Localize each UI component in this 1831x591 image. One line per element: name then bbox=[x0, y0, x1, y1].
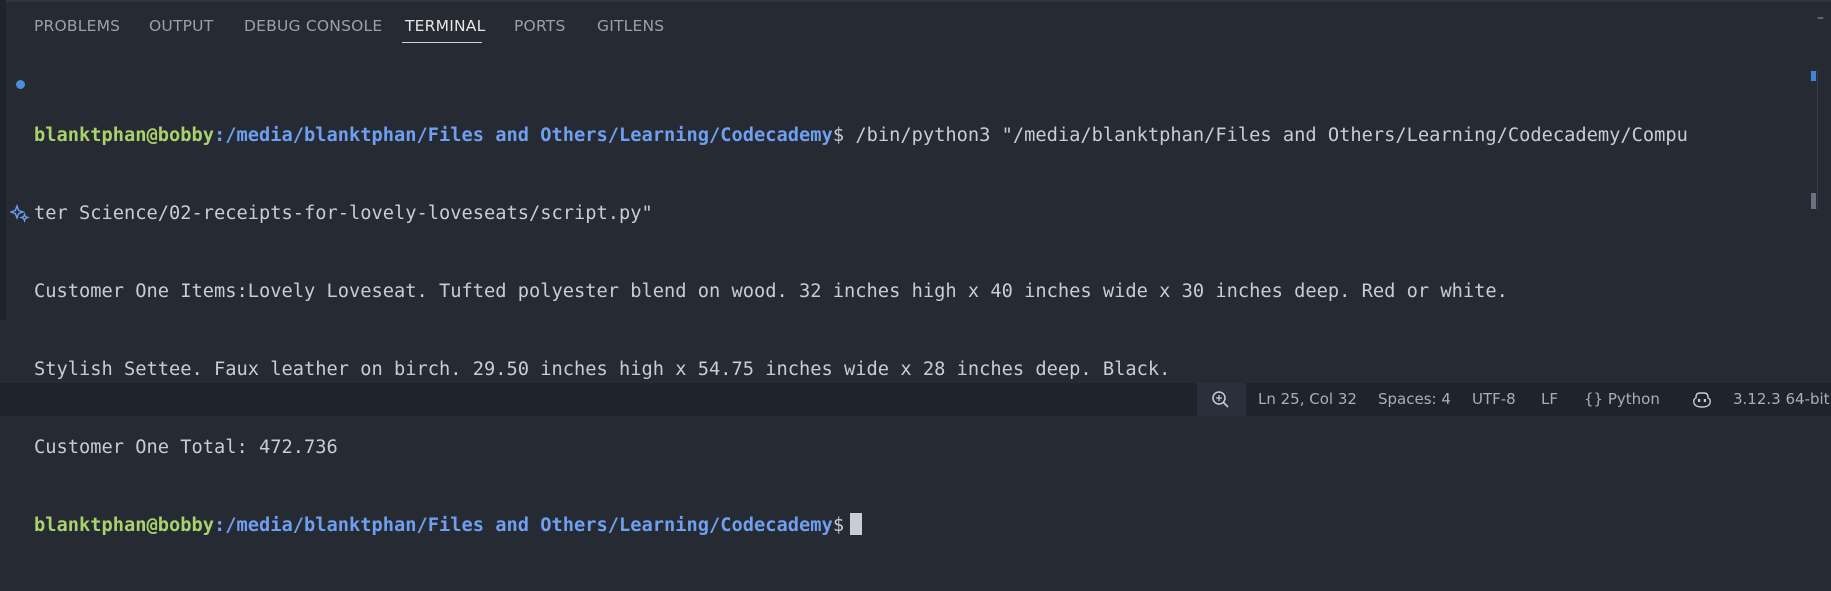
prompt-symbol: $ bbox=[832, 515, 845, 536]
command-line-wrap: ter Science/02-receipts-for-lovely-loves… bbox=[34, 203, 653, 224]
panel-tab-bar: PROBLEMS OUTPUT DEBUG CONSOLE TERMINAL P… bbox=[0, 0, 1831, 52]
scrollbar-marker bbox=[1811, 71, 1816, 81]
status-bar: Ln 25, Col 32 Spaces: 4 UTF-8 LF {} Pyth… bbox=[0, 383, 1831, 416]
braces-icon: {} bbox=[1584, 390, 1604, 408]
prompt-user: blanktphan@bobby bbox=[34, 515, 215, 536]
tab-terminal[interactable]: TERMINAL bbox=[405, 16, 485, 36]
output-line: Customer One Total: 472.736 bbox=[34, 437, 338, 458]
terminal-output[interactable]: blanktphan@bobby:/media/blanktphan/Files… bbox=[34, 71, 1791, 591]
tab-debug-console[interactable]: DEBUG CONSOLE bbox=[244, 16, 382, 36]
scrollbar-track[interactable] bbox=[1817, 70, 1818, 210]
scrollbar-thumb[interactable] bbox=[1811, 193, 1816, 209]
language-mode[interactable]: {} Python bbox=[1584, 383, 1660, 416]
panel-more-icon[interactable]: – bbox=[1817, 11, 1829, 25]
sparkle-icon[interactable] bbox=[10, 204, 30, 224]
encoding[interactable]: UTF-8 bbox=[1472, 383, 1516, 416]
tab-output[interactable]: OUTPUT bbox=[149, 16, 213, 36]
command-line: blanktphan@bobby:/media/blanktphan/Files… bbox=[34, 123, 1791, 149]
terminal-cursor bbox=[850, 513, 863, 535]
prompt-symbol: $ bbox=[832, 125, 845, 146]
output-line: Customer One Items:Lovely Loveseat. Tuft… bbox=[34, 281, 1508, 302]
terminal-panel: PROBLEMS OUTPUT DEBUG CONSOLE TERMINAL P… bbox=[0, 0, 1831, 536]
indentation[interactable]: Spaces: 4 bbox=[1378, 383, 1451, 416]
prompt-user: blanktphan@bobby bbox=[34, 125, 215, 146]
tab-problems[interactable]: PROBLEMS bbox=[34, 16, 120, 36]
zoom-in-icon bbox=[1212, 391, 1229, 408]
cursor-position[interactable]: Ln 25, Col 32 bbox=[1258, 383, 1357, 416]
language-label: Python bbox=[1607, 390, 1660, 408]
prompt-path: :/media/blanktphan/Files and Others/Lear… bbox=[214, 125, 833, 146]
prompt-path: :/media/blanktphan/Files and Others/Lear… bbox=[214, 515, 833, 536]
zoom-button[interactable] bbox=[1197, 383, 1246, 416]
command-success-dot-icon[interactable] bbox=[16, 80, 25, 89]
tab-gitlens[interactable]: GITLENS bbox=[597, 16, 664, 36]
output-line: Stylish Settee. Faux leather on birch. 2… bbox=[34, 359, 1171, 380]
prompt-line: blanktphan@bobby:/media/blanktphan/Files… bbox=[34, 513, 1791, 539]
copilot-icon[interactable] bbox=[1692, 391, 1712, 409]
tab-ports[interactable]: PORTS bbox=[514, 16, 566, 36]
line-ending[interactable]: LF bbox=[1541, 383, 1558, 416]
python-interpreter[interactable]: 3.12.3 64-bit bbox=[1733, 383, 1830, 416]
active-tab-indicator bbox=[402, 42, 482, 43]
command-text: /bin/python3 "/media/blanktphan/Files an… bbox=[844, 125, 1688, 146]
